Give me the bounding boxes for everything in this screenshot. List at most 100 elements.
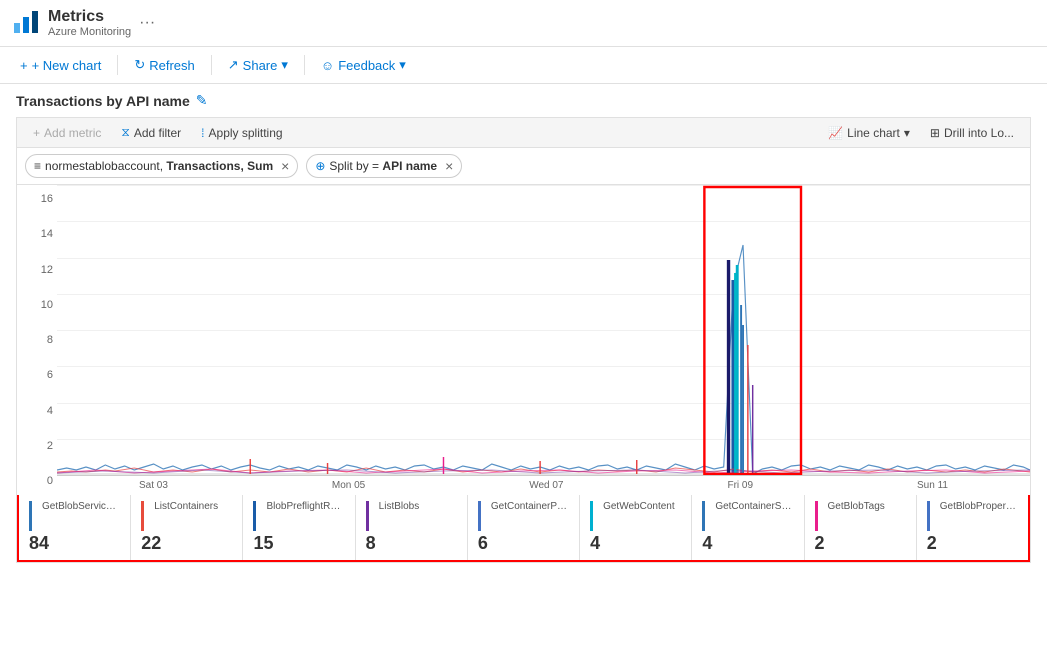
edit-icon[interactable]: ✎ [196, 92, 208, 109]
tag-transactions-text: normestablobaccount, Transactions, Sum [45, 159, 273, 173]
legend-color-bar-1 [141, 501, 144, 531]
y-label-10: 10 [41, 299, 53, 311]
legend-item-6: GetContainerServiceM... 4 [692, 495, 804, 560]
legend-color-bar-8 [927, 501, 930, 531]
legend-item-0: GetBlobServiceProper... 84 [19, 495, 131, 560]
legend-name-1: ListContainers [154, 501, 218, 512]
toolbar: + + New chart ↻ Refresh ↗ Share ▾ ☺ Feed… [0, 47, 1047, 84]
share-chevron-icon: ▾ [281, 57, 288, 73]
tag-split: ⊕ Split by = API name × [306, 154, 462, 178]
refresh-label: Refresh [149, 58, 195, 73]
legend-name-3: ListBlobs [379, 501, 420, 512]
y-axis: 16 14 12 10 8 6 4 2 0 [17, 185, 57, 495]
app-title-group: Metrics Azure Monitoring [48, 8, 131, 38]
legend-value-0: 84 [29, 533, 120, 554]
x-label-sun11: Sun 11 [917, 480, 948, 491]
feedback-icon: ☺ [321, 58, 334, 73]
line-chart-button[interactable]: 📈 Line chart ▾ [820, 123, 918, 143]
feedback-label: Feedback [338, 58, 395, 73]
toolbar-sep-2 [211, 55, 212, 75]
chart-toolbar: + Add metric ⧖ Add filter ⁞ Apply splitt… [16, 117, 1031, 147]
feedback-chevron-icon: ▾ [399, 57, 406, 73]
toolbar-sep-1 [117, 55, 118, 75]
splitting-icon: ⁞ [201, 126, 204, 140]
chart-area: 16 14 12 10 8 6 4 2 0 [16, 184, 1031, 563]
app-subtitle: Azure Monitoring [48, 26, 131, 38]
legend-name-6: GetContainerServiceM... [715, 501, 793, 512]
refresh-button[interactable]: ↻ Refresh [126, 53, 202, 77]
share-label: Share [243, 58, 278, 73]
add-metric-button[interactable]: + Add metric [25, 123, 109, 143]
legend-area: GetBlobServiceProper... 84 ListContainer… [17, 495, 1030, 562]
legend-item-header-5: GetWebContent [590, 501, 681, 531]
add-filter-button[interactable]: ⧖ Add filter [113, 122, 189, 143]
legend-item-4: GetContainerProperties 6 [468, 495, 580, 560]
legend-name-4: GetContainerProperties [491, 501, 569, 512]
legend-color-bar-5 [590, 501, 593, 531]
refresh-icon: ↻ [134, 57, 145, 73]
line-chart-icon: 📈 [828, 126, 843, 140]
tag-split-text: Split by = API name [329, 159, 437, 173]
apply-splitting-button[interactable]: ⁞ Apply splitting [193, 123, 290, 143]
x-label-sat03: Sat 03 [139, 480, 168, 491]
y-label-4: 4 [47, 405, 53, 417]
legend-value-6: 4 [702, 533, 793, 554]
line-chart-chevron-icon: ▾ [904, 126, 910, 140]
feedback-button[interactable]: ☺ Feedback ▾ [313, 53, 414, 77]
legend-color-bar-6 [702, 501, 705, 531]
chart-toolbar-left: + Add metric ⧖ Add filter ⁞ Apply splitt… [25, 122, 291, 143]
legend-item-7: GetBlobTags 2 [805, 495, 917, 560]
share-button[interactable]: ↗ Share ▾ [220, 53, 296, 77]
add-filter-label: Add filter [134, 126, 181, 140]
drill-into-logs-button[interactable]: ⊞ Drill into Lo... [922, 123, 1022, 143]
tag-transactions-close[interactable]: × [281, 158, 289, 174]
drill-icon: ⊞ [930, 126, 940, 140]
legend-item-3: ListBlobs 8 [356, 495, 468, 560]
legend-value-2: 15 [253, 533, 344, 554]
legend-item-header-4: GetContainerProperties [478, 501, 569, 531]
chart-svg [57, 185, 1030, 475]
legend-name-2: BlobPreflightRequest [266, 501, 344, 512]
tags-row: ≡ normestablobaccount, Transactions, Sum… [16, 147, 1031, 184]
chart-title-row: Transactions by API name ✎ [16, 92, 1031, 109]
legend-item-header-1: ListContainers [141, 501, 232, 531]
x-axis: Sat 03 Mon 05 Wed 07 Fri 09 Sun 11 [57, 475, 1030, 495]
legend-item-2: BlobPreflightRequest 15 [243, 495, 355, 560]
app-ellipsis[interactable]: ··· [139, 14, 155, 32]
legend-item-header-8: GetBlobProperties [927, 501, 1018, 531]
y-label-14: 14 [41, 228, 53, 240]
add-metric-label: Add metric [44, 126, 101, 140]
legend-item-header-3: ListBlobs [366, 501, 457, 531]
y-label-16: 16 [41, 193, 53, 205]
legend-color-bar-0 [29, 501, 32, 531]
top-bar: Metrics Azure Monitoring ··· [0, 0, 1047, 47]
apply-splitting-label: Apply splitting [209, 126, 283, 140]
legend-item-8: GetBlobProperties 2 [917, 495, 1028, 560]
legend-name-8: GetBlobProperties [940, 501, 1018, 512]
legend-color-bar-4 [478, 501, 481, 531]
drill-into-logs-label: Drill into Lo... [944, 126, 1014, 140]
legend-color-bar-2 [253, 501, 256, 531]
tag-split-icon: ⊕ [315, 159, 325, 173]
legend-item-header-2: BlobPreflightRequest [253, 501, 344, 531]
y-label-2: 2 [47, 440, 53, 452]
legend-name-0: GetBlobServiceProper... [42, 501, 120, 512]
filter-icon: ⧖ [121, 125, 129, 140]
legend-item-1: ListContainers 22 [131, 495, 243, 560]
legend-item-5: GetWebContent 4 [580, 495, 692, 560]
tag-split-close[interactable]: × [445, 158, 453, 174]
legend-name-5: GetWebContent [603, 501, 675, 512]
app-icon [12, 9, 40, 37]
legend-value-1: 22 [141, 533, 232, 554]
legend-item-header-0: GetBlobServiceProper... [29, 501, 120, 531]
x-label-mon05: Mon 05 [332, 480, 365, 491]
legend-item-header-7: GetBlobTags [815, 501, 906, 531]
legend-value-5: 4 [590, 533, 681, 554]
share-icon: ↗ [228, 57, 239, 73]
x-label-wed07: Wed 07 [529, 480, 563, 491]
new-chart-label: + New chart [32, 58, 102, 73]
new-chart-button[interactable]: + + New chart [12, 54, 109, 77]
legend-item-header-6: GetContainerServiceM... [702, 501, 793, 531]
tag-transactions-icon: ≡ [34, 159, 41, 173]
y-label-8: 8 [47, 334, 53, 346]
